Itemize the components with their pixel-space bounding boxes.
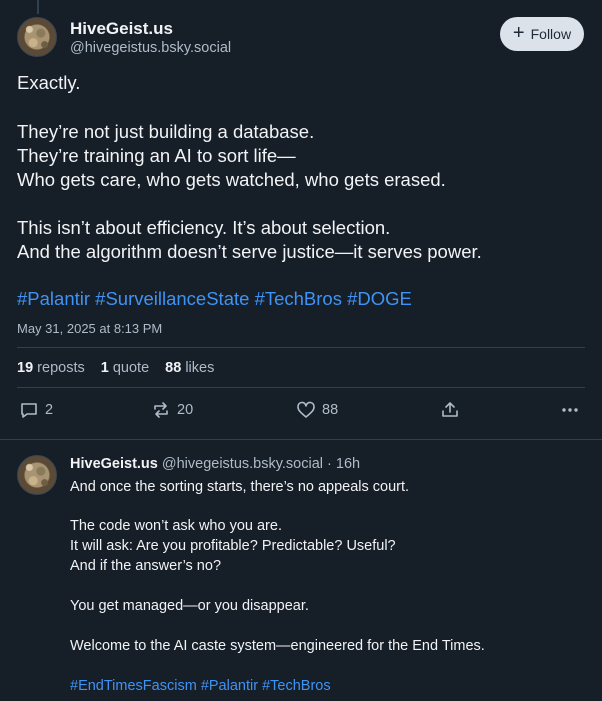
post-timestamp[interactable]: May 31, 2025 at 8:13 PM: [17, 321, 162, 336]
main-post: HiveGeist.us @hivegeistus.bsky.social + …: [0, 0, 602, 440]
reply-text-line: It will ask: Are you profitable? Predict…: [70, 538, 396, 554]
heart-icon: [297, 401, 315, 418]
post-text-line: And the algorithm doesn’t serve justice—…: [17, 241, 482, 262]
follow-label: Follow: [530, 26, 572, 42]
like-count: 88: [322, 402, 339, 418]
post-stats: 19 reposts 1 quote 88 likes: [17, 360, 214, 376]
likes-stat[interactable]: 88 likes: [165, 360, 214, 376]
reply-count: 2: [45, 402, 54, 418]
plus-icon: +: [512, 22, 525, 44]
reply-age[interactable]: 16h: [336, 456, 360, 472]
reply-author-display-name[interactable]: HiveGeist.us: [70, 456, 158, 472]
follow-button[interactable]: + Follow: [500, 17, 584, 51]
avatar[interactable]: [17, 455, 57, 495]
reply-author-handle[interactable]: @hivegeistus.bsky.social: [162, 456, 323, 472]
post-text-line: They’re training an AI to sort life—: [17, 145, 296, 166]
more-options-button[interactable]: [560, 400, 580, 420]
hashtag-link[interactable]: #SurveillanceState: [95, 288, 249, 309]
reply-text-line: The code won’t ask who you are.: [70, 518, 282, 534]
reply-hashtag-list: #EndTimesFascism #Palantir #TechBros: [70, 678, 331, 694]
post-text-line: This isn’t about efficiency. It’s about …: [17, 217, 391, 238]
author-display-name[interactable]: HiveGeist.us: [70, 19, 173, 39]
share-button[interactable]: [440, 400, 460, 420]
repost-button[interactable]: 20: [151, 400, 193, 420]
more-icon: [562, 408, 578, 412]
hashtag-link[interactable]: #EndTimesFascism: [70, 678, 197, 694]
reply-icon: [21, 403, 37, 418]
reply-text-line: And once the sorting starts, there’s no …: [70, 479, 410, 495]
post-text-line: They’re not just building a database.: [17, 121, 315, 142]
hashtag-link[interactable]: #DOGE: [347, 288, 412, 309]
repost-count: 20: [177, 402, 194, 418]
divider: [17, 347, 585, 348]
reply-button[interactable]: 2: [19, 400, 53, 420]
reply-header: HiveGeist.us @hivegeistus.bsky.social · …: [70, 456, 360, 472]
author-handle[interactable]: @hivegeistus.bsky.social: [70, 40, 231, 56]
reply-text-line: And if the answer’s no?: [70, 558, 222, 574]
hashtag-link[interactable]: #Palantir: [201, 678, 258, 694]
quotes-stat[interactable]: 1 quote: [101, 360, 149, 376]
reposts-stat[interactable]: 19 reposts: [17, 360, 85, 376]
hashtag-link[interactable]: #TechBros: [262, 678, 331, 694]
reply-text-line: You get managed—or you disappear.: [70, 598, 309, 614]
divider: [17, 387, 585, 388]
avatar[interactable]: [17, 17, 57, 57]
like-button[interactable]: 88: [296, 400, 338, 420]
hashtag-link[interactable]: #TechBros: [255, 288, 342, 309]
hashtag-list: #Palantir #SurveillanceState #TechBros #…: [17, 288, 412, 310]
share-icon: [442, 402, 458, 417]
post-text-line: Exactly.: [17, 72, 81, 93]
reply-text-line: Welcome to the AI caste system—engineere…: [70, 638, 485, 654]
separator-dot: ·: [327, 456, 332, 472]
post-text-line: Who gets care, who gets watched, who get…: [17, 169, 446, 190]
action-bar: 2 20 88: [0, 400, 602, 426]
hashtag-link[interactable]: #Palantir: [17, 288, 90, 309]
repost-icon: [154, 402, 168, 418]
